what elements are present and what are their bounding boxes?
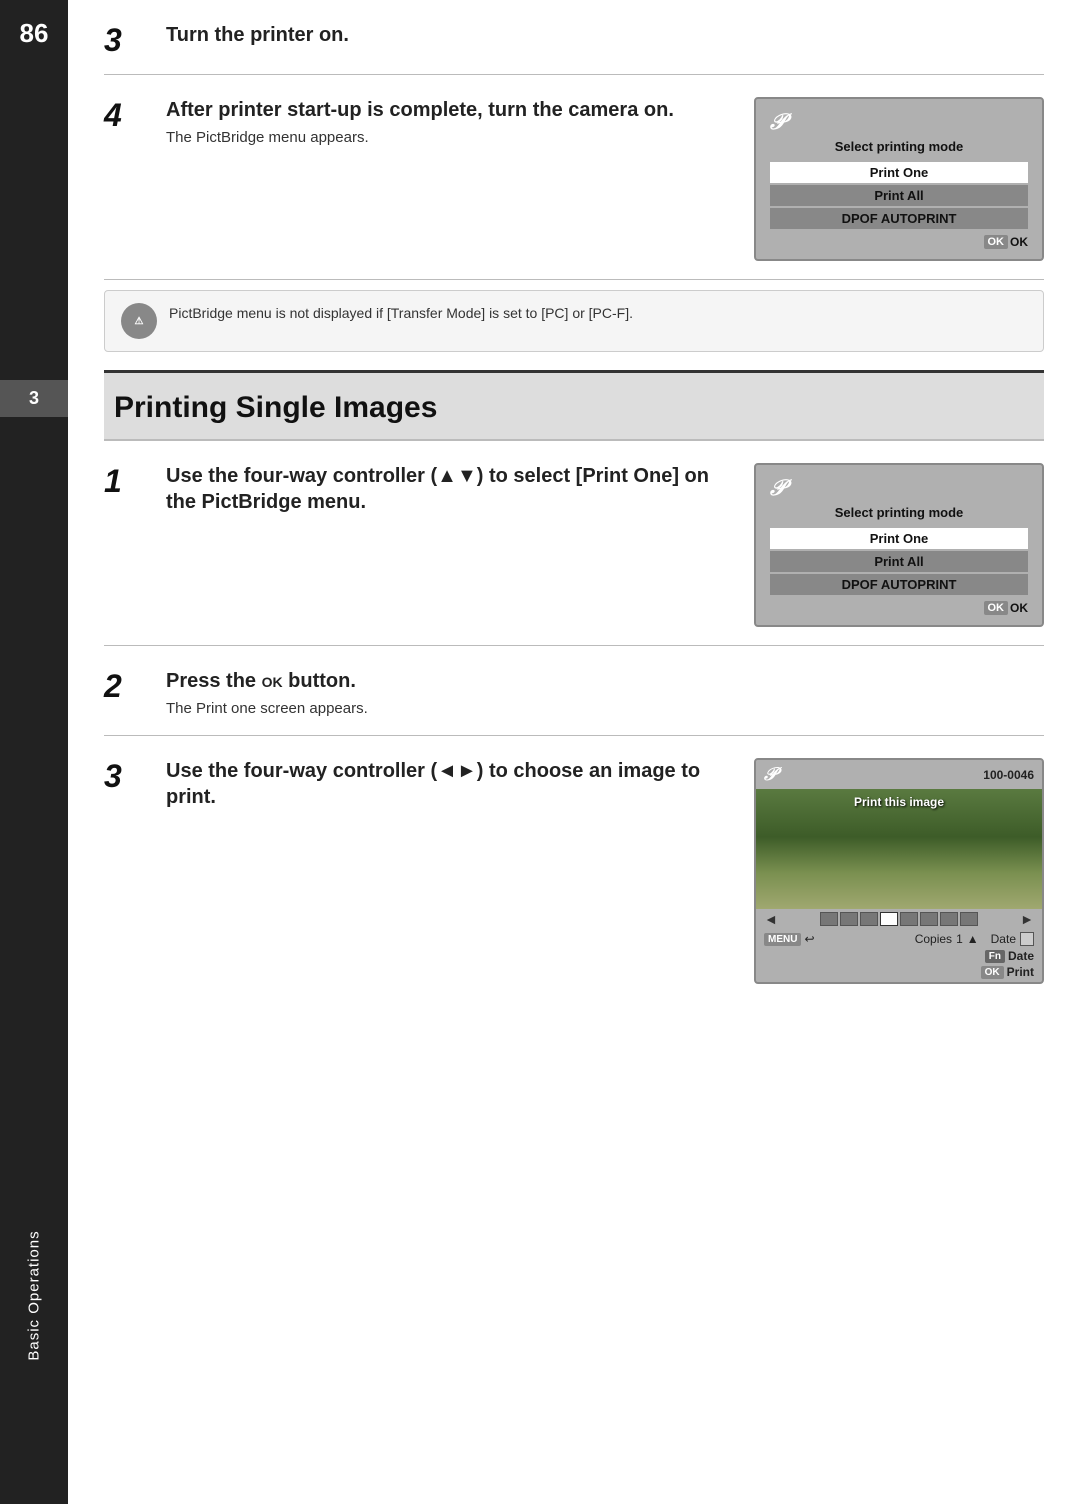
step-3-bottom-content: Use the four-way controller (◄►) to choo… <box>166 758 730 816</box>
file-number: 100-0046 <box>983 768 1034 782</box>
lcd-bottom-row: MENU ↩ Copies 1 ▲ Date <box>756 929 1042 949</box>
step-number-1-bottom: 1 <box>104 465 142 497</box>
step-number-3-bottom: 3 <box>104 760 142 792</box>
step-4-desc: The PictBridge menu appears. <box>166 129 730 146</box>
step-4-content: After printer start-up is complete, turn… <box>166 97 730 146</box>
fn-value: Date <box>1008 949 1034 963</box>
copies-value: 1 <box>956 932 963 946</box>
step-3-title: Turn the printer on. <box>166 22 1044 48</box>
step-1-bottom-title: Use the four-way controller (▲▼) to sele… <box>166 463 730 515</box>
lcd-logo-2: 𝒫 <box>770 475 1028 501</box>
film-cell-8 <box>960 912 978 926</box>
ok-value: Print <box>1007 965 1034 979</box>
film-cell-4 <box>880 912 898 926</box>
copies-row: Copies 1 ▲ Date <box>915 932 1034 946</box>
step-3-top: 3 Turn the printer on. <box>104 0 1044 75</box>
step-2-bottom-desc: The Print one screen appears. <box>166 700 1044 717</box>
film-cell-5 <box>900 912 918 926</box>
copies-label: Copies <box>915 932 952 946</box>
lcd-fn-ok-row: Fn Date OK Print <box>756 949 1042 982</box>
film-cell-2 <box>840 912 858 926</box>
lcd-ok-row-2: OK OK <box>770 601 1028 615</box>
lcd-item-1-2: DPOF AUTOPRINT <box>770 208 1028 229</box>
step-2-bottom: 2 Press the OK button. The Print one scr… <box>104 646 1044 736</box>
menu-row: MENU ↩ <box>764 932 815 946</box>
section-heading: Printing Single Images <box>104 370 1044 441</box>
step-2-bottom-title: Press the OK button. <box>166 668 1044 694</box>
lcd-title-2: Select printing mode <box>770 505 1028 520</box>
lcd-image-screen: 𝒫 100-0046 Print this image ◄ <box>754 758 1044 984</box>
date-checkbox <box>1020 932 1034 946</box>
film-cell-7 <box>940 912 958 926</box>
fn-row: Fn Date <box>985 949 1034 963</box>
caution-icon: ⚠ <box>121 303 157 339</box>
lcd-logo-1: 𝒫 <box>770 109 1028 135</box>
lcd-image-area: Print this image <box>756 789 1042 909</box>
film-cell-1 <box>820 912 838 926</box>
lcd-top-bar: 𝒫 100-0046 <box>756 760 1042 789</box>
step-3-bottom-screen: 𝒫 100-0046 Print this image ◄ <box>754 758 1044 984</box>
lcd-item-2-1: Print All <box>770 551 1028 572</box>
chapter-badge: 3 <box>0 380 68 417</box>
fn-badge: Fn <box>985 950 1005 963</box>
sidebar-label: Basic Operations <box>26 1230 43 1360</box>
print-text: Print this image <box>854 795 944 809</box>
nav-left-arrow: ◄ <box>764 911 778 927</box>
step-4-screen: 𝒫 Select printing mode Print One Print A… <box>754 97 1044 261</box>
lcd-logo-3: 𝒫 <box>764 764 777 785</box>
lcd-ok-badge-1: OK <box>984 235 1009 249</box>
lcd-title-1: Select printing mode <box>770 139 1028 154</box>
step-1-bottom: 1 Use the four-way controller (▲▼) to se… <box>104 441 1044 646</box>
menu-badge: MENU <box>764 933 801 946</box>
film-cell-6 <box>920 912 938 926</box>
caution-text: PictBridge menu is not displayed if [Tra… <box>169 303 633 324</box>
ok-row: OK Print <box>981 965 1034 979</box>
step-2-bottom-content: Press the OK button. The Print one scree… <box>166 668 1044 717</box>
step-1-bottom-screen: 𝒫 Select printing mode Print One Print A… <box>754 463 1044 627</box>
step-number-4: 4 <box>104 99 142 131</box>
step-4-title: After printer start-up is complete, turn… <box>166 97 730 123</box>
caution-box: ⚠ PictBridge menu is not displayed if [T… <box>104 290 1044 352</box>
lcd-ok-text-1: OK <box>1010 235 1028 249</box>
sidebar: 86 3 Basic Operations <box>0 0 68 1504</box>
lcd-ok-badge-2: OK <box>984 601 1009 615</box>
lcd-ok-text-2: OK <box>1010 601 1028 615</box>
lcd-screen-1: 𝒫 Select printing mode Print One Print A… <box>754 97 1044 261</box>
lcd-ok-row-1: OK OK <box>770 235 1028 249</box>
film-cell-3 <box>860 912 878 926</box>
step-3-content: Turn the printer on. <box>166 22 1044 54</box>
nav-right-arrow: ► <box>1020 911 1034 927</box>
step-4-top: 4 After printer start-up is complete, tu… <box>104 75 1044 280</box>
lcd-item-1-0: Print One <box>770 162 1028 183</box>
step-3-bottom-title: Use the four-way controller (◄►) to choo… <box>166 758 730 810</box>
lcd-item-2-2: DPOF AUTOPRINT <box>770 574 1028 595</box>
lcd-nav-row: ◄ ► <box>756 909 1042 929</box>
caution-icon-label: ⚠ <box>135 316 144 327</box>
ok-badge-img: OK <box>981 966 1004 979</box>
menu-icon: ↩ <box>804 932 814 946</box>
step-1-bottom-content: Use the four-way controller (▲▼) to sele… <box>166 463 730 521</box>
step-3-bottom: 3 Use the four-way controller (◄►) to ch… <box>104 736 1044 1002</box>
up-arrow-copies: ▲ <box>967 932 979 946</box>
date-label: Date <box>991 932 1016 946</box>
lcd-item-1-1: Print All <box>770 185 1028 206</box>
section-title: Printing Single Images <box>114 391 437 424</box>
main-content: 3 Turn the printer on. 4 After printer s… <box>68 0 1080 1042</box>
fn-ok-right: Fn Date OK Print <box>981 949 1034 979</box>
step-number-2-bottom: 2 <box>104 670 142 702</box>
page-number: 86 <box>20 0 49 49</box>
lcd-item-2-0: Print One <box>770 528 1028 549</box>
lcd-screen-2: 𝒫 Select printing mode Print One Print A… <box>754 463 1044 627</box>
step-number-3-top: 3 <box>104 24 142 56</box>
filmstrip <box>820 912 978 926</box>
